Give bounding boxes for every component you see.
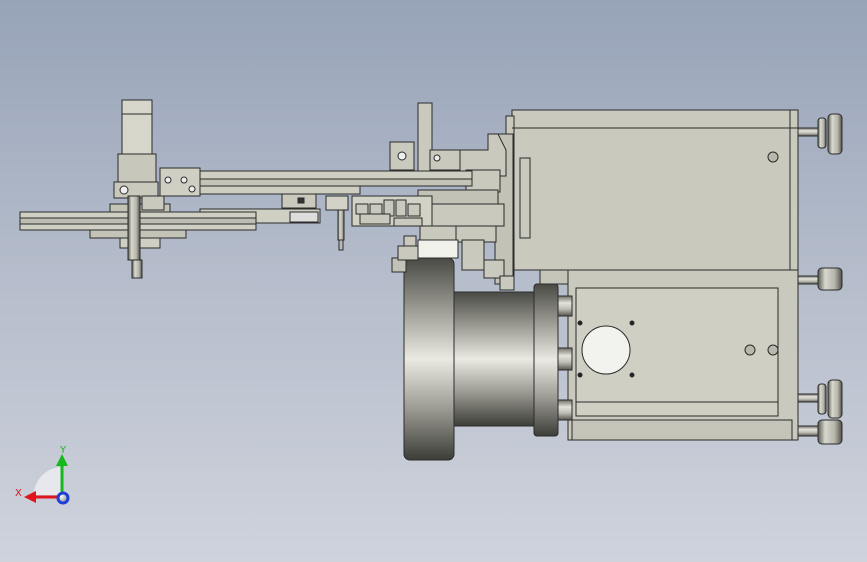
pulley-assembly [19,195,257,279]
x-axis-label: X [15,488,22,499]
coordinate-triad: Y X [15,445,70,505]
z-axis-dot [56,491,70,505]
stepper-motor [113,99,201,199]
drive-drum [391,257,573,461]
main-housing [494,109,799,287]
cad-viewport[interactable]: Y X [0,0,867,562]
y-axis-label: Y [59,445,67,456]
gearbox-frame [567,269,799,441]
cad-drawing: Y X [15,99,843,505]
adjustment-knobs [797,113,843,445]
